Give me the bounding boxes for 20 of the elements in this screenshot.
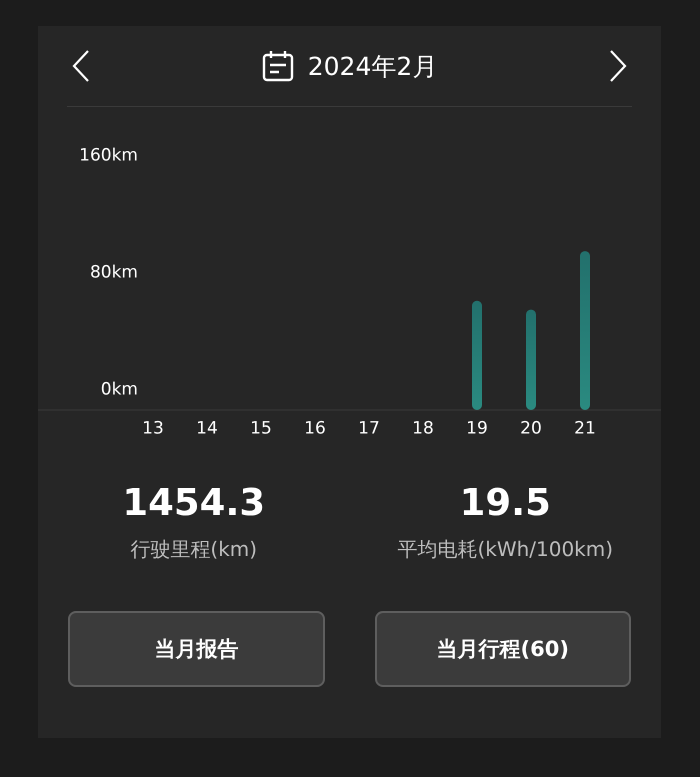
axis-label: 17 [358, 418, 380, 439]
report-button[interactable]: 当月行程(60) [374, 611, 631, 687]
axis-label: 18 [412, 418, 434, 439]
axis-label: 13 [142, 418, 164, 439]
stat-value: 1454.3 [122, 481, 266, 525]
month-title: 2024年2月 [308, 50, 438, 82]
axis-label: 14 [196, 418, 218, 439]
stat-label: 行驶里程(km) [130, 536, 258, 563]
calendar-icon [262, 50, 294, 82]
axis-label: 19 [466, 418, 488, 439]
stat-value: 19.5 [460, 481, 551, 525]
report-button[interactable]: 当月报告 [68, 611, 324, 687]
axis-label: 0km [100, 380, 138, 400]
stat-label: 平均电耗(kWh/100km) [397, 536, 614, 563]
axis-label: 16 [304, 418, 326, 439]
axis-label: 80km [90, 262, 138, 283]
axis-label: 20 [520, 418, 542, 439]
axis-label: 15 [250, 418, 272, 439]
axis-label: 160km [79, 146, 138, 166]
axis-label: 21 [574, 418, 596, 439]
